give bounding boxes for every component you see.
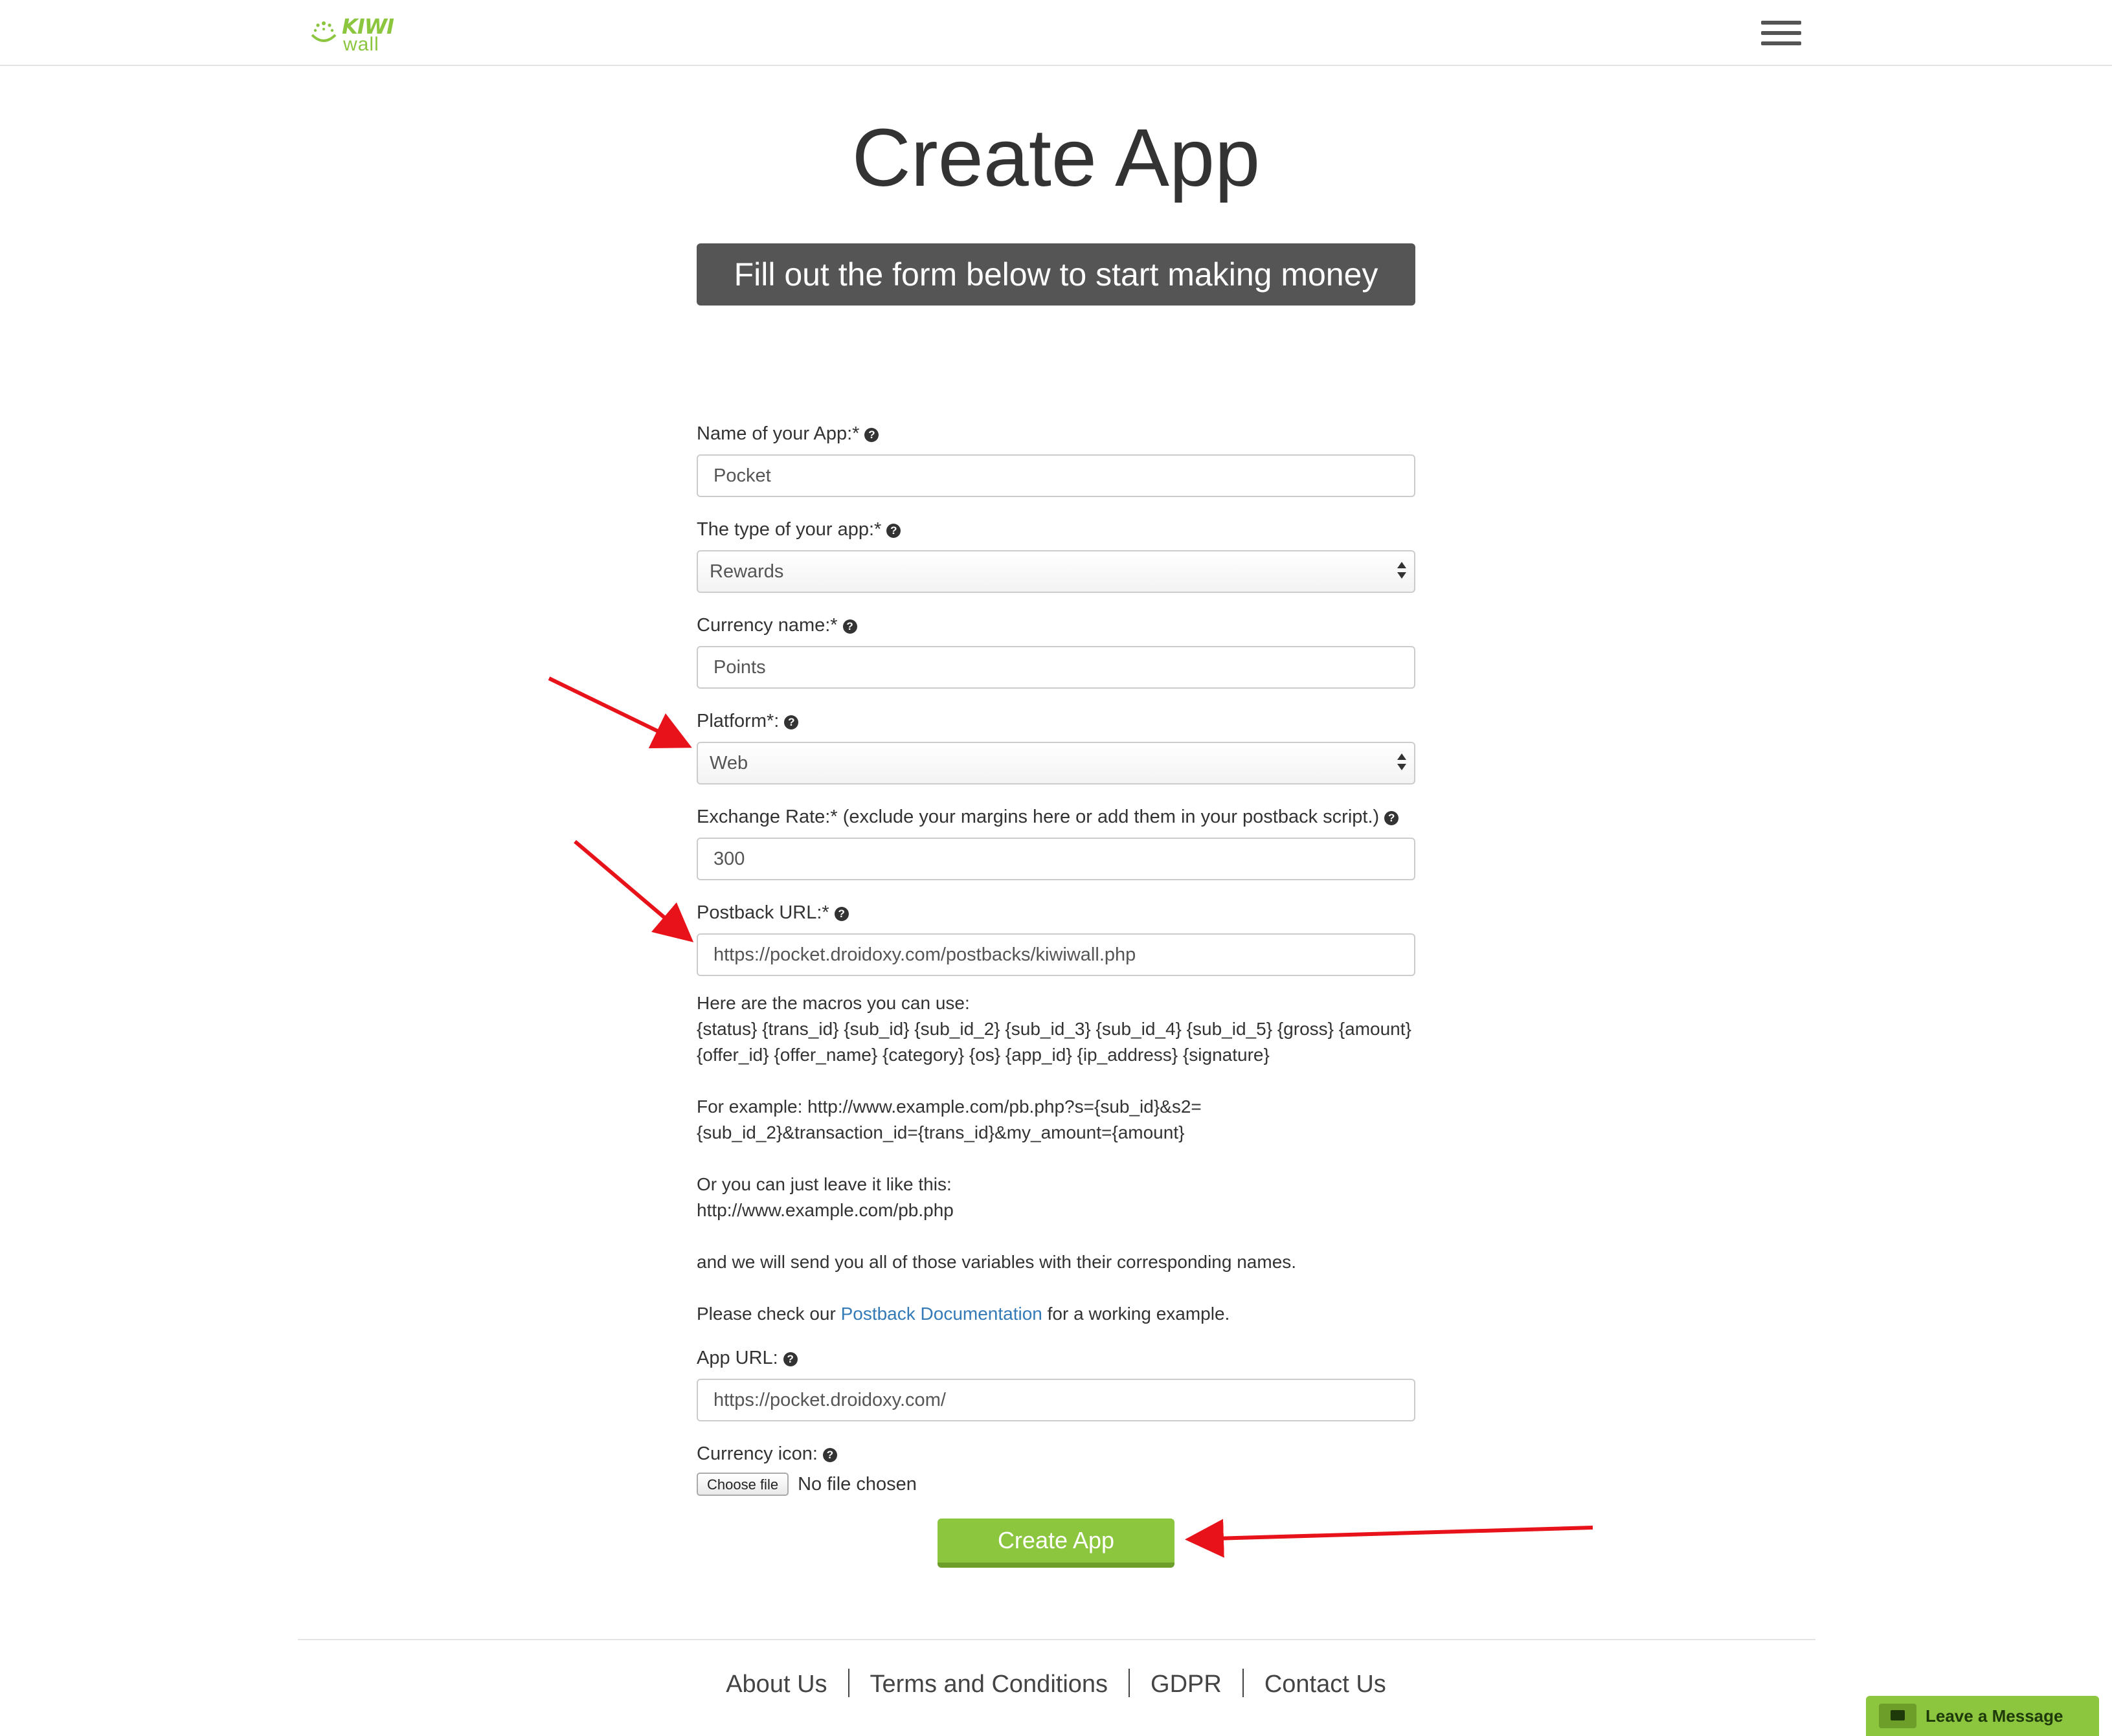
app-name-input[interactable] — [697, 454, 1415, 497]
example-line-1: For example: http://www.example.com/pb.p… — [697, 1096, 1202, 1117]
app-type-label: The type of your app:*? — [697, 519, 901, 540]
footer-link-contact-us[interactable]: Contact Us — [1264, 1671, 1386, 1698]
leave-url: http://www.example.com/pb.php — [697, 1200, 954, 1220]
annotation-arrow-create-app — [1185, 1519, 1593, 1558]
leave-heading: Or you can just leave it like this: — [697, 1174, 952, 1194]
leave-message-label: Leave a Message — [1926, 1706, 2063, 1726]
footer-separator — [848, 1669, 849, 1697]
app-url-input[interactable] — [697, 1379, 1415, 1421]
footer-nav: About Us Terms and Conditions GDPR Contact … — [0, 1669, 2112, 1698]
intro-banner: Fill out the form below to start making … — [697, 243, 1415, 306]
macros-list-line-2: {offer_id} {offer_name} {category} {os} … — [697, 1045, 1270, 1065]
choose-file-button[interactable]: Choose file — [697, 1473, 789, 1496]
macros-list-line-1: {status} {trans_id} {sub_id} {sub_id_2} … — [697, 1019, 1411, 1039]
postback-documentation-link[interactable]: Postback Documentation — [841, 1304, 1042, 1324]
currency-icon-label: Currency icon:? — [697, 1443, 837, 1465]
currency-icon-file-input: Choose file No file chosen — [697, 1473, 917, 1501]
footer-link-gdpr[interactable]: GDPR — [1151, 1671, 1222, 1698]
annotation-arrow-platform — [548, 676, 692, 749]
help-icon[interactable]: ? — [822, 1448, 837, 1462]
exchange-rate-input[interactable] — [697, 838, 1415, 880]
logo-wall-text: wall — [343, 34, 379, 55]
envelope-icon — [1879, 1704, 1916, 1728]
app-type-selected-value: Rewards — [710, 561, 784, 582]
platform-selected-value: Web — [710, 753, 748, 773]
menu-icon[interactable] — [1761, 21, 1801, 47]
app-url-label: App URL:? — [697, 1348, 798, 1369]
footer-separator — [1242, 1669, 1244, 1697]
help-icon[interactable]: ? — [842, 619, 857, 634]
footer-separator — [1129, 1669, 1130, 1697]
send-note: and we will send you all of those variab… — [697, 1252, 1297, 1272]
help-icon[interactable]: ? — [886, 524, 901, 538]
platform-select[interactable]: Web — [697, 742, 1415, 785]
kiwi-swirl-icon — [311, 21, 337, 42]
annotation-arrow-postback — [574, 840, 694, 942]
footer-link-terms[interactable]: Terms and Conditions — [870, 1671, 1108, 1698]
select-arrows-icon — [1397, 753, 1406, 773]
exchange-rate-label: Exchange Rate:* (exclude your margins he… — [697, 807, 1399, 828]
create-app-button[interactable]: Create App — [938, 1519, 1174, 1568]
app-name-label: Name of your App:*? — [697, 423, 879, 445]
kiwiwall-logo[interactable]: KIWI wall — [309, 14, 407, 55]
documentation-note: Please check our Postback Documentation … — [697, 1304, 1230, 1324]
macros-heading: Here are the macros you can use: — [697, 993, 970, 1013]
footer-link-about-us[interactable]: About Us — [726, 1671, 827, 1698]
currency-name-input[interactable] — [697, 646, 1415, 689]
help-icon[interactable]: ? — [864, 428, 879, 442]
leave-message-widget[interactable]: Leave a Message — [1866, 1696, 2099, 1736]
help-icon[interactable]: ? — [783, 1352, 798, 1366]
select-arrows-icon — [1397, 562, 1406, 581]
macros-info: Here are the macros you can use: {status… — [697, 990, 1415, 1327]
footer-divider — [298, 1639, 1815, 1640]
top-navbar: KIWI wall — [0, 0, 2112, 66]
page-title: Create App — [851, 112, 1261, 203]
postback-url-input[interactable] — [697, 933, 1415, 976]
app-type-select[interactable]: Rewards — [697, 550, 1415, 593]
help-icon[interactable]: ? — [834, 907, 849, 921]
help-icon[interactable]: ? — [784, 715, 799, 729]
file-status-text: No file chosen — [798, 1473, 917, 1495]
example-line-2: {sub_id_2}&transaction_id={trans_id}&my_… — [697, 1122, 1185, 1142]
platform-label: Platform*:? — [697, 711, 799, 732]
help-icon[interactable]: ? — [1384, 811, 1399, 825]
currency-name-label: Currency name:*? — [697, 615, 857, 636]
postback-url-label: Postback URL:*? — [697, 902, 849, 924]
